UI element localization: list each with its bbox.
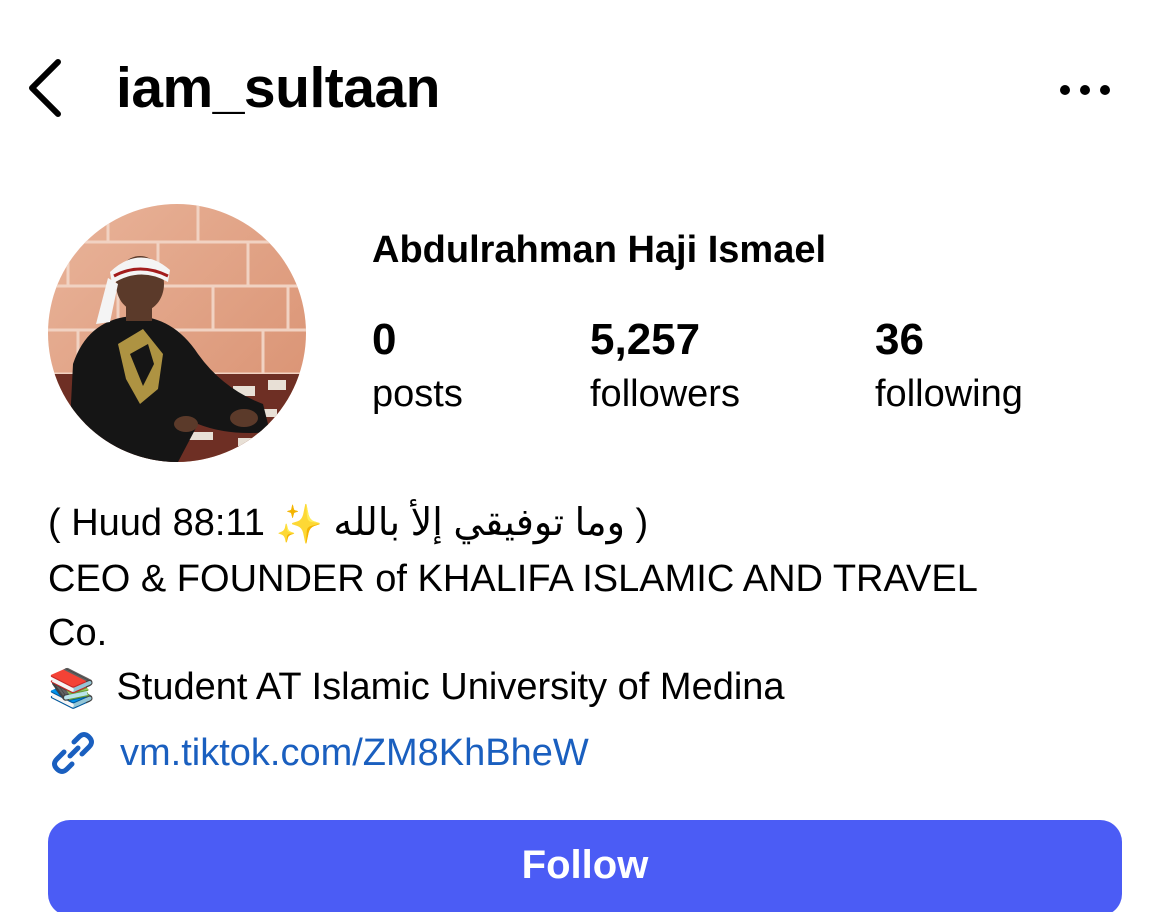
profile-bio: ( Huud 88:11 ✨ وما توفيقي إلأ بالله ) CE… <box>48 496 1128 716</box>
followers-count: 5,257 <box>590 315 701 364</box>
following-stat[interactable]: 36 following <box>875 314 1023 420</box>
back-button[interactable] <box>22 52 72 122</box>
bio-student-text: Student AT Islamic University of Medina <box>116 665 785 708</box>
more-horizontal-icon <box>1060 85 1110 95</box>
bio-verse-line: ( Huud 88:11 ✨ وما توفيقي إلأ بالله ) <box>48 496 1128 552</box>
follow-button[interactable]: Follow <box>48 820 1122 912</box>
books-icon: 📚 <box>48 667 96 710</box>
bio-link[interactable]: vm.tiktok.com/ZM8KhBheW <box>120 726 589 780</box>
profile-photo <box>48 204 306 462</box>
chevron-left-icon <box>29 59 61 117</box>
bio-verse-reference: ( Huud 88:11 <box>48 502 276 544</box>
following-count: 36 <box>875 315 924 364</box>
bio-arabic-verse: وما توفيقي إلأ بالله ) <box>322 502 649 544</box>
profile-full-name: Abdulrahman Haji Ismael <box>372 229 827 271</box>
bio-student-line: 📚 Student AT Islamic University of Medin… <box>48 660 1128 716</box>
profile-username: iam_sultaan <box>116 56 440 120</box>
followers-stat[interactable]: 5,257 followers <box>590 314 740 420</box>
followers-label: followers <box>590 373 740 415</box>
sparkles-icon: ✨ <box>275 503 323 546</box>
link-icon <box>52 732 94 774</box>
bio-title-line: CEO & FOUNDER of KHALIFA ISLAMIC AND TRA… <box>48 557 978 600</box>
avatar[interactable] <box>48 204 306 462</box>
bio-title-continued: Co. <box>48 611 108 654</box>
bio-link-row[interactable]: vm.tiktok.com/ZM8KhBheW <box>48 726 589 780</box>
more-options-button[interactable] <box>1055 70 1115 110</box>
posts-stat[interactable]: 0 posts <box>372 314 463 420</box>
following-label: following <box>875 373 1023 415</box>
follow-button-label: Follow <box>521 842 649 887</box>
posts-label: posts <box>372 373 463 415</box>
profile-page: iam_sultaan Abdulrahman Haji Ismael 0 po… <box>0 0 1170 912</box>
posts-count: 0 <box>372 315 397 364</box>
